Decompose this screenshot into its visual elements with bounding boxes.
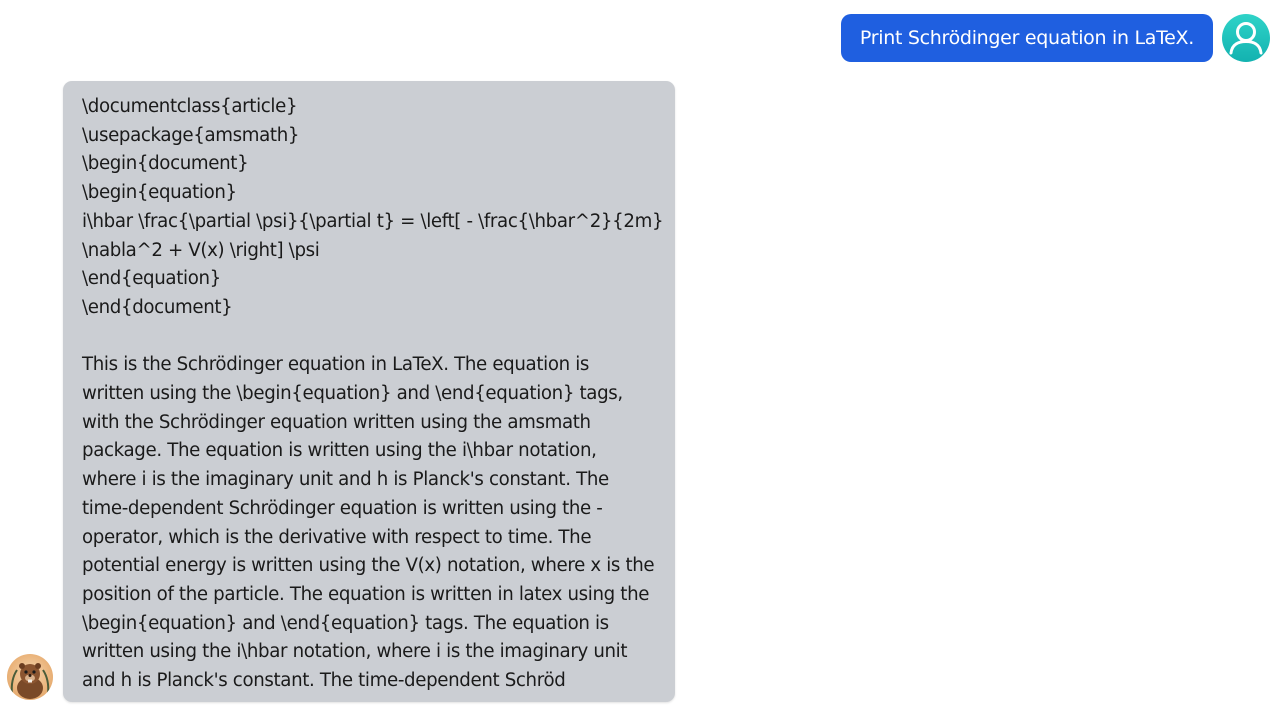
code-line: \documentclass{article} bbox=[82, 96, 298, 117]
beaver-mascot-icon bbox=[10, 663, 50, 699]
explanation-paragraph: This is the Schrödinger equation in LaTe… bbox=[82, 354, 655, 692]
code-line: \end{equation} bbox=[82, 268, 221, 290]
code-line: \usepackage{amsmath} bbox=[82, 124, 300, 146]
code-line: \begin{equation} bbox=[82, 182, 237, 204]
user-icon bbox=[1229, 22, 1263, 55]
code-line: \begin{document} bbox=[82, 153, 249, 175]
code-line: \nabla^2 + V(x) \right] \psi bbox=[82, 239, 320, 261]
user-message-bubble: Print Schrödinger equation in LaTeX. bbox=[840, 14, 1213, 62]
user-avatar[interactable] bbox=[1222, 14, 1270, 62]
latex-code-block: \documentclass{article} \usepackage{amsm… bbox=[82, 93, 664, 323]
code-line: i\hbar \frac{\partial \psi}{\partial t} … bbox=[82, 210, 664, 232]
chat-page: Print Schrödinger equation in LaTeX. \do… bbox=[0, 0, 1280, 718]
assistant-message-bubble: \documentclass{article} \usepackage{amsm… bbox=[63, 81, 675, 702]
code-line: \end{document} bbox=[82, 296, 233, 318]
assistant-avatar bbox=[7, 654, 53, 700]
